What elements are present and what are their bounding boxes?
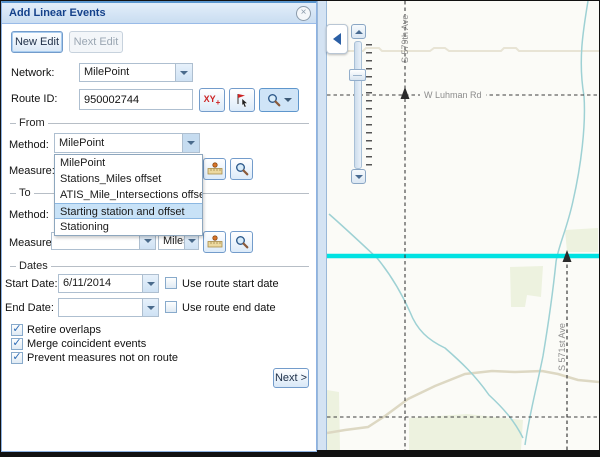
map-arrow-icon xyxy=(401,87,410,99)
check-icon: ✓ xyxy=(12,323,21,335)
end-date-label: End Date: xyxy=(5,302,54,314)
xy-coordinates-button[interactable]: XY+ xyxy=(199,88,225,112)
map-stream xyxy=(525,1,588,445)
zoom-slider-ticks xyxy=(366,44,372,166)
arrow-down-icon xyxy=(355,175,363,179)
to-measure-label: Measure: xyxy=(9,237,55,249)
ruler-marker-icon xyxy=(207,235,223,249)
route-id-input[interactable] xyxy=(79,89,193,110)
dropdown-option-starting-station-and-offset[interactable]: Starting station and offset xyxy=(55,203,202,219)
magnifier-icon xyxy=(235,162,249,176)
map-vegetation-patch xyxy=(510,266,543,307)
merge-coincident-events-checkbox[interactable]: ✓ xyxy=(11,338,23,350)
next-button[interactable]: Next > xyxy=(273,368,309,388)
select-route-on-map-button[interactable] xyxy=(229,88,255,112)
check-icon: ✓ xyxy=(12,337,21,349)
magnifier-icon xyxy=(267,93,281,107)
magnifier-icon xyxy=(235,235,249,249)
use-route-end-date-checkbox[interactable] xyxy=(165,301,177,313)
start-date-dropdown-trigger-icon[interactable] xyxy=(142,275,158,292)
retire-overlaps-checkbox[interactable]: ✓ xyxy=(11,324,23,336)
start-date-label: Start Date: xyxy=(5,278,58,290)
map-label-s571st-ave: S 571st Ave xyxy=(557,323,567,371)
prevent-measures-checkbox[interactable]: ✓ xyxy=(11,352,23,364)
collapse-panel-button[interactable] xyxy=(326,24,348,54)
end-date-dropdown-trigger-icon[interactable] xyxy=(142,299,158,316)
zoom-slider-track[interactable] xyxy=(354,41,362,169)
check-icon: ✓ xyxy=(12,351,21,363)
ruler-marker-icon xyxy=(207,162,223,176)
zoom-out-button[interactable] xyxy=(351,169,366,184)
to-legend: To xyxy=(16,187,34,199)
add-linear-events-panel: Add Linear Events × New Edit Next Edit N… xyxy=(1,1,317,452)
from-method-value: MilePoint xyxy=(59,134,182,152)
app-window: Add Linear Events × New Edit Next Edit N… xyxy=(0,0,600,457)
chevron-down-icon xyxy=(284,98,292,102)
map-vegetation-patch xyxy=(327,390,340,450)
network-label: Network: xyxy=(11,67,54,79)
map-contour-line xyxy=(341,48,599,51)
end-date-combo[interactable] xyxy=(58,298,159,317)
prevent-measures-label: Prevent measures not on route xyxy=(27,352,178,364)
panel-titlebar: Add Linear Events × xyxy=(2,3,316,24)
from-legend: From xyxy=(16,117,48,129)
zoom-in-button[interactable] xyxy=(351,24,366,39)
start-date-combo[interactable]: 6/11/2014 xyxy=(58,274,159,293)
merge-coincident-events-label: Merge coincident events xyxy=(27,338,146,350)
use-route-start-date-checkbox[interactable] xyxy=(165,277,177,289)
panel-map-splitter[interactable] xyxy=(317,1,327,450)
dates-fieldset-line xyxy=(10,266,309,267)
from-fieldset-line xyxy=(10,123,309,124)
chevron-left-icon xyxy=(333,33,341,45)
new-edit-button[interactable]: New Edit xyxy=(11,31,63,53)
network-value: MilePoint xyxy=(84,64,175,81)
retire-overlaps-label: Retire overlaps xyxy=(27,324,101,336)
map-label-luhman-rd: W Luhman Rd xyxy=(424,90,482,100)
end-date-value xyxy=(63,299,141,316)
from-measure-label: Measure: xyxy=(9,165,55,177)
flag-cursor-icon xyxy=(234,92,250,108)
dropdown-option-atis-mile-intersections-offset[interactable]: ATIS_Mile_Intersections offset xyxy=(55,187,202,203)
network-dropdown-trigger-icon[interactable] xyxy=(175,64,192,81)
map-label-s579th-ave: S 579th Ave xyxy=(400,15,410,63)
use-route-start-date-label: Use route start date xyxy=(182,278,279,290)
dropdown-option-stationing[interactable]: Stationing xyxy=(55,219,202,235)
from-measure-search-button[interactable] xyxy=(230,158,253,180)
network-combo[interactable]: MilePoint xyxy=(79,63,193,82)
to-measure-search-button[interactable] xyxy=(230,231,253,253)
zoom-slider-thumb[interactable] xyxy=(349,69,366,81)
dropdown-option-stations-miles-offset[interactable]: Stations_Miles offset xyxy=(55,171,202,187)
from-method-combo[interactable]: MilePoint xyxy=(54,133,200,153)
map-stream xyxy=(329,214,523,438)
map-vegetation-patch xyxy=(409,414,523,450)
arrow-up-icon xyxy=(355,30,363,34)
close-icon[interactable]: × xyxy=(296,6,311,21)
to-measure-on-map-button[interactable] xyxy=(203,231,226,253)
from-method-label: Method: xyxy=(9,139,49,151)
method-dropdown-list: MilePoint Stations_Miles offset ATIS_Mil… xyxy=(54,154,203,236)
use-route-end-date-label: Use route end date xyxy=(182,302,276,314)
next-edit-button[interactable]: Next Edit xyxy=(69,31,123,53)
from-measure-on-map-button[interactable] xyxy=(203,158,226,180)
dates-legend: Dates xyxy=(16,260,51,272)
panel-title: Add Linear Events xyxy=(9,3,106,23)
to-method-label: Method: xyxy=(9,209,49,221)
from-method-dropdown-trigger-icon[interactable] xyxy=(182,134,199,152)
route-search-dropdown-button[interactable] xyxy=(259,88,299,112)
map-vegetation-patch xyxy=(565,228,598,252)
xy-icon: XY+ xyxy=(204,93,221,107)
start-date-value: 6/11/2014 xyxy=(63,275,141,292)
route-id-label: Route ID: xyxy=(11,93,57,105)
dropdown-option-milepoint[interactable]: MilePoint xyxy=(55,155,202,171)
